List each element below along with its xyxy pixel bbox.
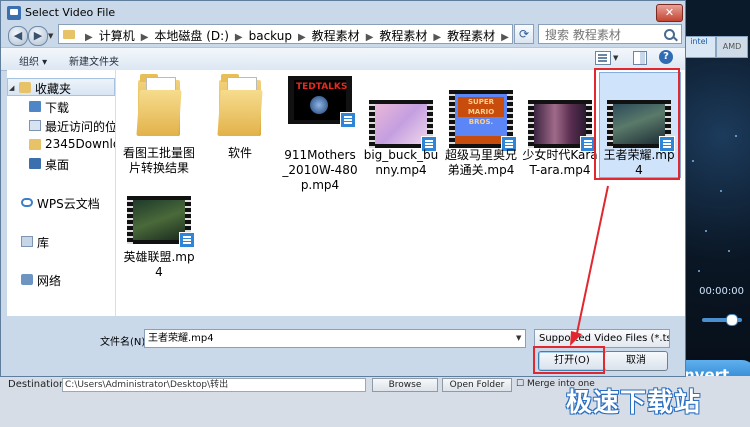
watermark: 极速下载站 (566, 388, 702, 418)
annotation-arrow (570, 185, 609, 346)
